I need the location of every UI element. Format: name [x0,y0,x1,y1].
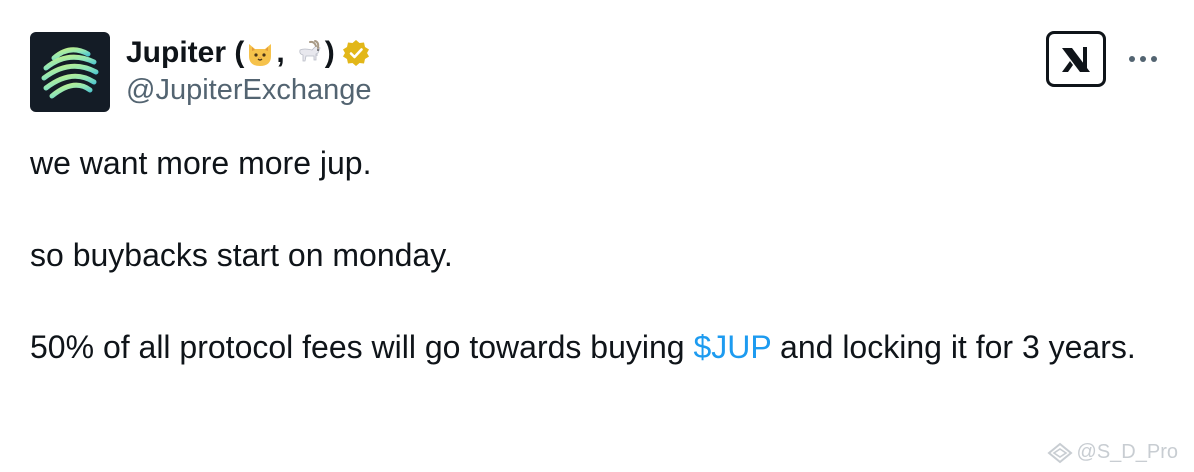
goat-emoji-icon [294,38,324,68]
grok-icon [1062,47,1090,72]
tweet-card: Jupiter ( , ) @JupiterExchange we want m… [0,0,1194,472]
more-options-button[interactable] [1126,44,1160,74]
tweet-text: we want more more jup. so buybacks start… [30,140,1160,370]
author-name-prefix: Jupiter ( [126,36,245,69]
tweet-line-1: we want more more jup. [30,145,372,181]
cashtag-link[interactable]: $JUP [693,329,771,365]
tweet-line-3-start: 50% of all protocol fees will go towards… [30,329,694,365]
watermark-text: @S_D_Pro [1076,441,1178,463]
tweet-line-2: so buybacks start on monday. [30,237,453,273]
author-handle[interactable]: @JupiterExchange [126,74,371,107]
author-name-separator: , [276,36,285,69]
avatar[interactable] [30,32,110,112]
tweet-line-3: 50% of all protocol fees will go towards… [30,324,1160,370]
more-horizontal-icon [1129,56,1157,62]
grok-button[interactable] [1046,31,1106,87]
cat-face-emoji-icon [245,38,275,68]
author-name[interactable]: Jupiter ( , ) [126,34,371,72]
watermark: @S_D_Pro [1046,441,1178,464]
tweet-line-3-end: and locking it for 3 years. [771,329,1136,365]
jupiter-logo-icon [41,47,99,99]
watermark-logo-icon [1046,442,1073,463]
author-name-suffix: ) [324,36,335,69]
gold-verified-badge-icon[interactable] [341,38,371,68]
